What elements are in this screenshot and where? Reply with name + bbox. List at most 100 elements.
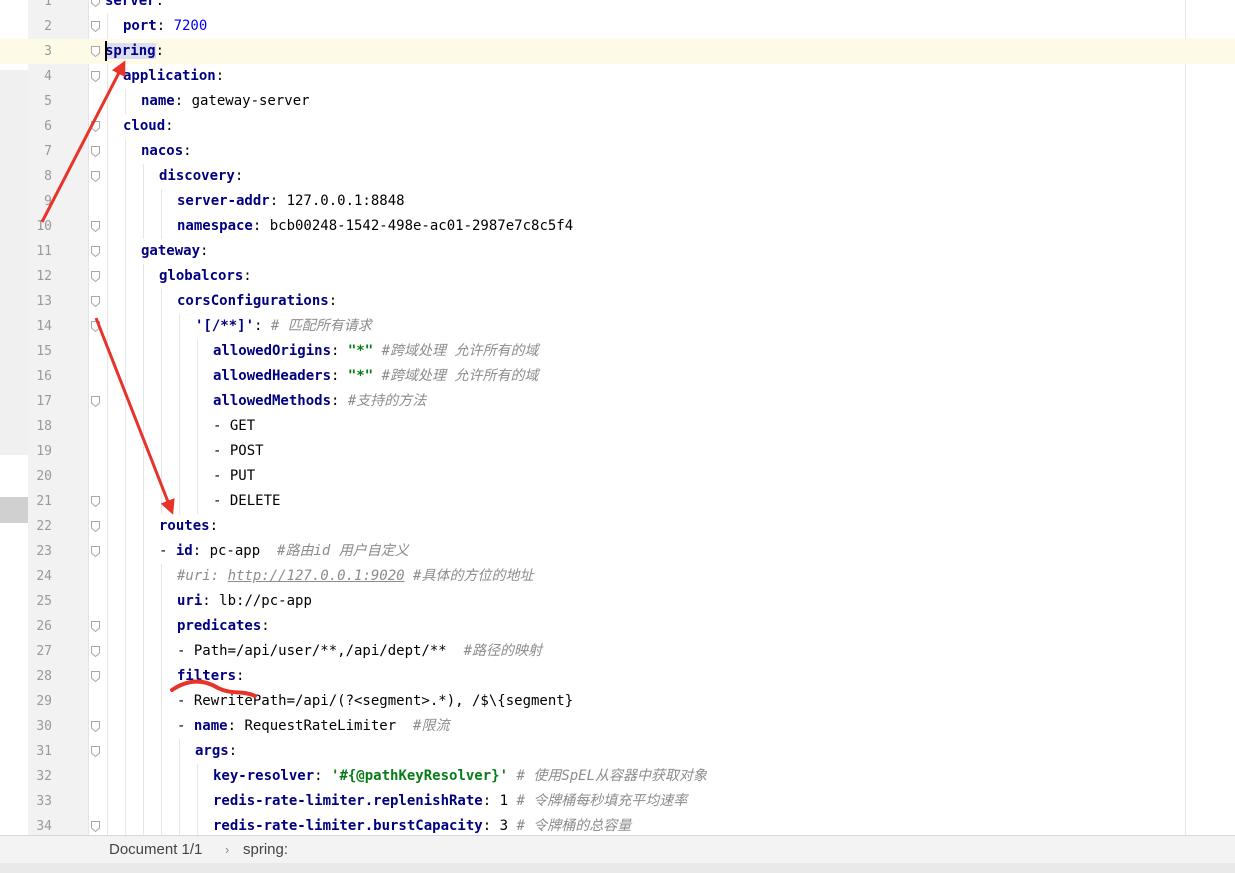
code-token: key-resolver: [213, 768, 315, 784]
code-token: :: [228, 743, 238, 759]
line-number: 9: [44, 194, 52, 209]
code-token: :: [202, 593, 220, 609]
fold-marker-icon[interactable]: [91, 221, 100, 232]
fold-marker-icon[interactable]: [91, 321, 100, 332]
code-line-23[interactable]: 23 - id: pc-app #路由id 用户自定义: [0, 539, 1235, 564]
code-token: :: [331, 368, 348, 384]
fold-marker-icon[interactable]: [91, 546, 100, 557]
code-token: discovery: [159, 168, 235, 184]
line-number: 25: [36, 594, 52, 609]
fold-marker-icon[interactable]: [91, 21, 100, 32]
fold-marker-icon[interactable]: [91, 0, 100, 7]
code-line-25[interactable]: 25 uri: lb://pc-app: [0, 589, 1235, 614]
code-line-22[interactable]: 22 routes:: [0, 514, 1235, 539]
code-line-19[interactable]: 19 - POST: [0, 439, 1235, 464]
fold-marker-icon[interactable]: [91, 146, 100, 157]
line-number: 26: [36, 619, 52, 634]
fold-marker-icon[interactable]: [91, 121, 100, 132]
code-token: 127.0.0.1:8848: [286, 193, 405, 209]
fold-marker-icon[interactable]: [91, 746, 100, 757]
code-token: - GET: [213, 418, 256, 434]
code-line-6[interactable]: 6 cloud:: [0, 114, 1235, 139]
fold-marker-icon[interactable]: [91, 821, 100, 832]
code-line-24[interactable]: 24 #uri: http://127.0.0.1:9020 #具体的方位的地址: [0, 564, 1235, 589]
fold-marker-icon[interactable]: [91, 621, 100, 632]
code-token: application: [123, 68, 216, 84]
code-token: args: [195, 743, 229, 759]
code-line-12[interactable]: 12 globalcors:: [0, 264, 1235, 289]
code-token: :: [200, 243, 209, 259]
code-token: globalcors: [159, 268, 244, 284]
code-line-15[interactable]: 15 allowedOrigins: "*" #跨域处理 允许所有的域: [0, 339, 1235, 364]
indent-guide: [143, 164, 144, 239]
code-line-31[interactable]: 31 args:: [0, 739, 1235, 764]
indent-guide: [143, 264, 144, 839]
code-line-7[interactable]: 7 nacos:: [0, 139, 1235, 164]
code-token: uri: [177, 593, 203, 609]
yaml-breadcrumb[interactable]: spring:: [243, 836, 288, 864]
code-line-21[interactable]: 21 - DELETE: [0, 489, 1235, 514]
code-line-14[interactable]: 14 '[/**]': # 匹配所有请求: [0, 314, 1235, 339]
fold-marker-icon[interactable]: [91, 71, 100, 82]
code-line-2[interactable]: 2 port: 7200: [0, 14, 1235, 39]
code-line-16[interactable]: 16 allowedHeaders: "*" #跨域处理 允许所有的域: [0, 364, 1235, 389]
code-text: spring:: [105, 39, 164, 64]
code-text: args:: [195, 739, 237, 764]
fold-marker-icon[interactable]: [91, 521, 100, 532]
fold-marker-icon[interactable]: [91, 246, 100, 257]
fold-marker-icon[interactable]: [91, 46, 100, 57]
fold-marker-icon[interactable]: [91, 721, 100, 732]
fold-marker-icon[interactable]: [91, 296, 100, 307]
code-line-13[interactable]: 13 corsConfigurations:: [0, 289, 1235, 314]
fold-marker-icon[interactable]: [91, 271, 100, 282]
fold-marker-icon[interactable]: [91, 646, 100, 657]
code-line-4[interactable]: 4 application:: [0, 64, 1235, 89]
code-token: allowedHeaders: [213, 368, 332, 384]
code-line-17[interactable]: 17 allowedMethods: #支持的方法: [0, 389, 1235, 414]
code-text: key-resolver: '#{@pathKeyResolver}' # 使用…: [213, 764, 707, 789]
indent-guide: [179, 739, 180, 839]
code-line-29[interactable]: 29 - RewritePath=/api/(?<segment>.*), /$\…: [0, 689, 1235, 714]
code-token: #路径的映射: [463, 643, 543, 659]
code-line-9[interactable]: 9 server-addr: 127.0.0.1:8848: [0, 189, 1235, 214]
code-token: - PUT: [213, 468, 256, 484]
code-token: http://127.0.0.1:9020: [227, 568, 405, 584]
code-line-20[interactable]: 20 - PUT: [0, 464, 1235, 489]
code-token: gateway: [141, 243, 201, 259]
code-token: :: [331, 343, 348, 359]
code-line-33[interactable]: 33 redis-rate-limiter.replenishRate: 1 # …: [0, 789, 1235, 814]
code-line-26[interactable]: 26 predicates:: [0, 614, 1235, 639]
code-token: gateway-server: [191, 93, 310, 109]
code-text: port: 7200: [123, 14, 207, 39]
code-line-11[interactable]: 11 gateway:: [0, 239, 1235, 264]
code-line-27[interactable]: 27 - Path=/api/user/**,/api/dept/** #路径的映…: [0, 639, 1235, 664]
line-number: 18: [36, 419, 52, 434]
code-token: 7200: [173, 18, 208, 34]
code-token: lb://pc-app: [219, 593, 312, 609]
code-token: #跨域处理 允许所有的域: [381, 368, 539, 384]
code-text: allowedOrigins: "*" #跨域处理 允许所有的域: [213, 339, 538, 364]
code-line-30[interactable]: 30 - name: RequestRateLimiter #限流: [0, 714, 1235, 739]
fold-marker-icon[interactable]: [91, 396, 100, 407]
code-line-8[interactable]: 8 discovery:: [0, 164, 1235, 189]
line-number: 2: [44, 19, 52, 34]
code-token: "*": [347, 343, 374, 359]
code-line-32[interactable]: 32 key-resolver: '#{@pathKeyResolver}' # …: [0, 764, 1235, 789]
code-line-10[interactable]: 10 namespace: bcb00248-1542-498e-ac01-298…: [0, 214, 1235, 239]
code-line-18[interactable]: 18 - GET: [0, 414, 1235, 439]
line-number: 5: [44, 94, 52, 109]
code-text: application:: [123, 64, 224, 89]
line-number: 1: [44, 0, 52, 9]
fold-marker-icon[interactable]: [91, 671, 100, 682]
fold-marker-icon[interactable]: [91, 496, 100, 507]
code-line-28[interactable]: 28 filters:: [0, 664, 1235, 689]
code-line-1[interactable]: 1 server:: [0, 0, 1235, 14]
fold-marker-icon[interactable]: [91, 171, 100, 182]
code-text: #uri: http://127.0.0.1:9020 #具体的方位的地址: [177, 564, 533, 589]
code-line-3[interactable]: 3 spring:: [0, 39, 1235, 64]
code-token: RequestRateLimiter: [244, 718, 397, 734]
code-line-5[interactable]: 5 name: gateway-server: [0, 89, 1235, 114]
